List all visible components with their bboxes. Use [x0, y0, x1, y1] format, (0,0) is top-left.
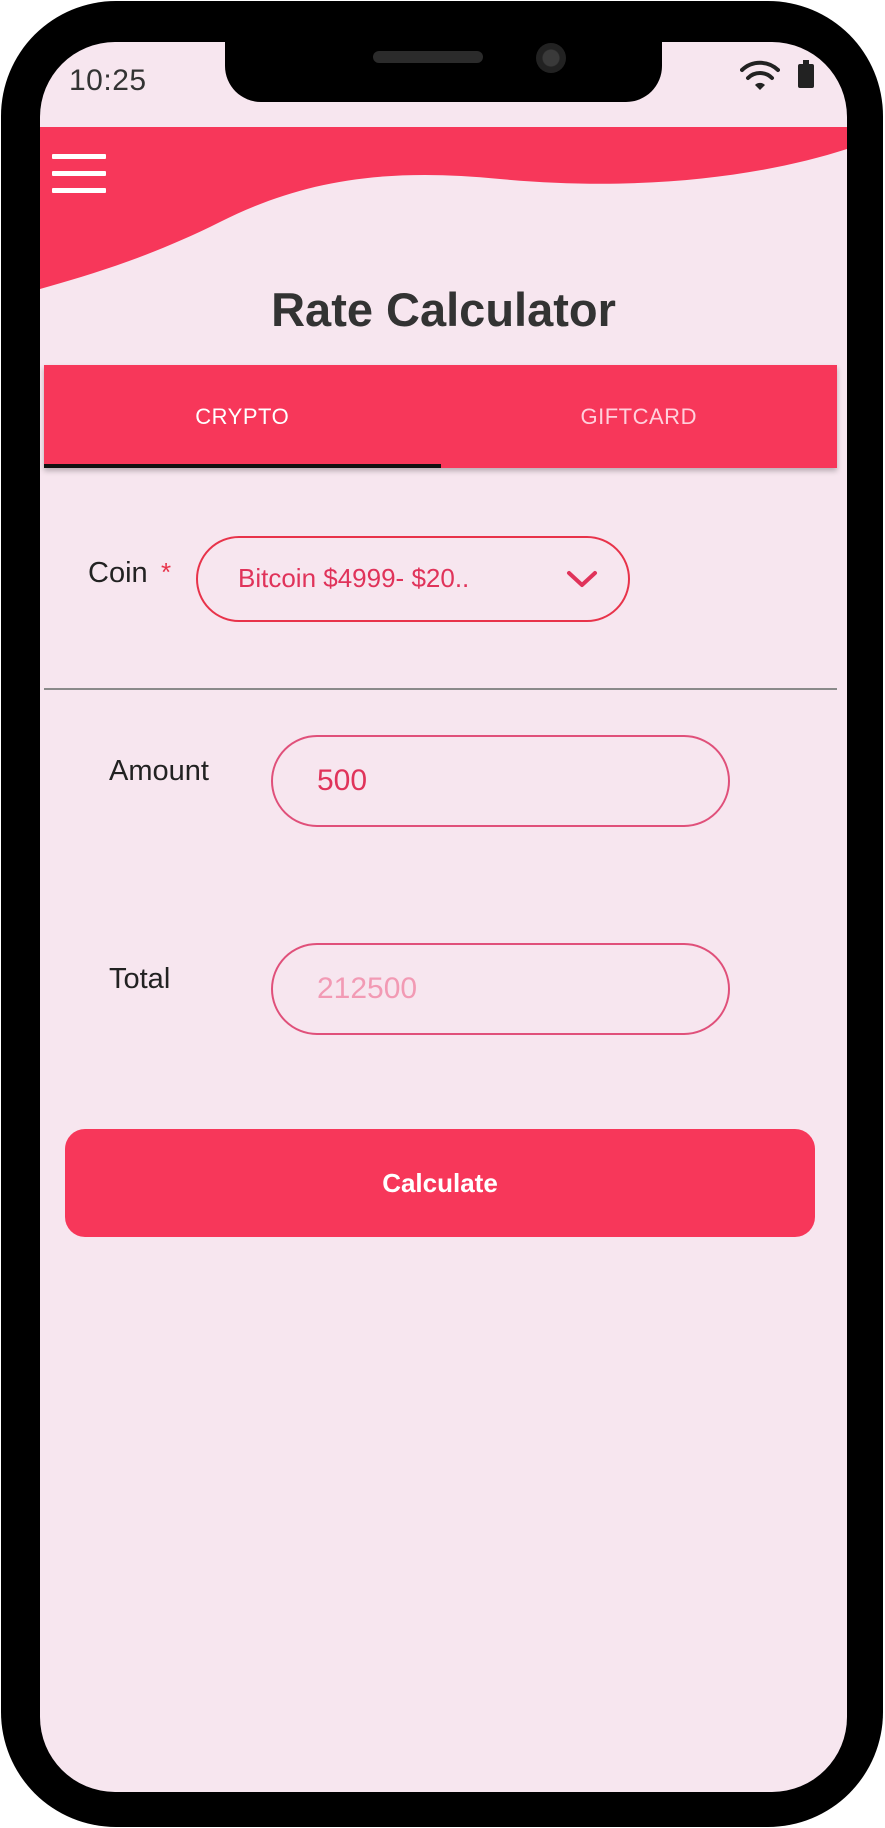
app-screenshot: 10:25 Rate Calculator CRYPTO GIFTCARD Co… — [0, 0, 885, 1828]
battery-icon — [798, 60, 814, 88]
total-field[interactable] — [271, 943, 730, 1035]
divider — [44, 688, 837, 690]
wifi-icon — [740, 60, 780, 90]
phone-frame: 10:25 Rate Calculator CRYPTO GIFTCARD Co… — [1, 1, 883, 1827]
header-wave — [40, 127, 847, 289]
speaker-grille — [373, 51, 483, 63]
screen: 10:25 Rate Calculator CRYPTO GIFTCARD Co… — [40, 42, 847, 1792]
calculate-button[interactable]: Calculate — [65, 1129, 815, 1237]
total-label: Total — [109, 963, 171, 995]
amount-label: Amount — [109, 755, 209, 787]
menu-icon[interactable] — [52, 154, 106, 194]
chevron-down-icon — [567, 571, 597, 587]
tab-crypto[interactable]: CRYPTO — [44, 365, 441, 468]
coin-dropdown[interactable]: Bitcoin $4999- $20.. — [196, 536, 630, 622]
coin-selected-value: Bitcoin $4999- $20.. — [238, 563, 470, 593]
required-marker: * — [161, 557, 172, 587]
amount-input[interactable] — [271, 735, 730, 827]
front-camera — [536, 43, 566, 73]
status-time: 10:25 — [69, 64, 147, 97]
tab-giftcard[interactable]: GIFTCARD — [441, 365, 838, 468]
notch — [225, 42, 662, 102]
page-title: Rate Calculator — [271, 283, 616, 336]
tab-bar: CRYPTO GIFTCARD — [44, 365, 837, 468]
coin-label: Coin — [88, 557, 148, 589]
